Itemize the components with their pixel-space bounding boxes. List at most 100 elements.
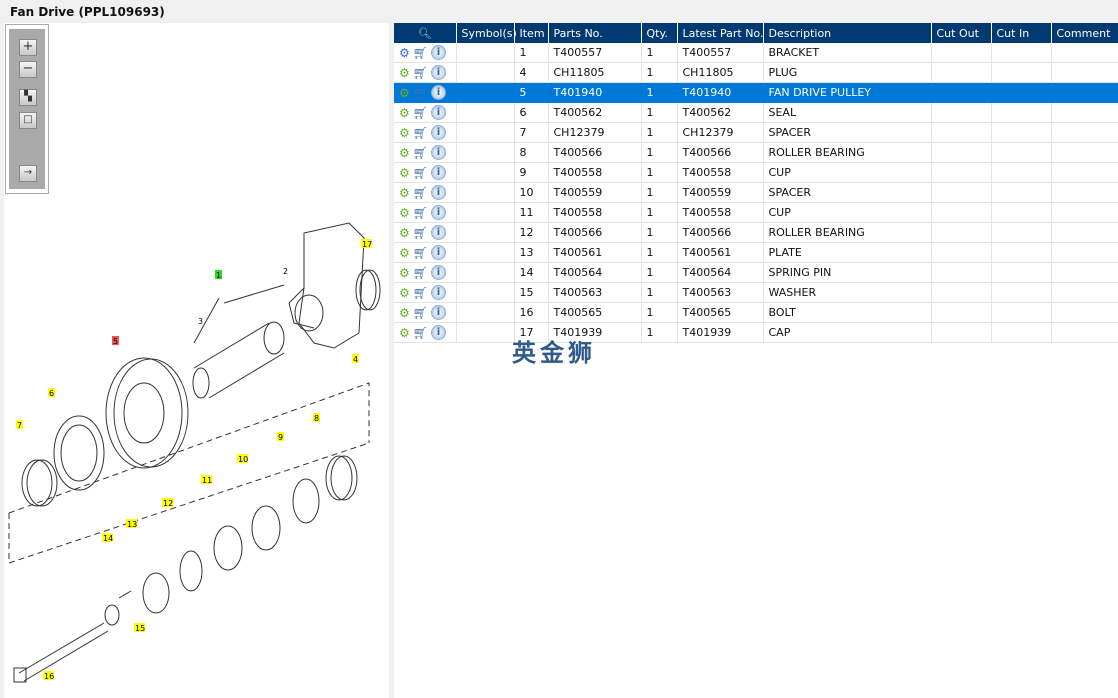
- table-row[interactable]: ⚙ 🛒︎ i 14 T400564 1 T400564 SPRING PIN: [394, 262, 1118, 283]
- cart-icon[interactable]: 🛒︎: [413, 66, 428, 80]
- exploded-diagram[interactable]: 1 234567891011121314151617: [4, 23, 389, 698]
- table-row[interactable]: ⚙ 🛒︎ i 8 T400566 1 T400566 ROLLER BEARING: [394, 142, 1118, 163]
- info-icon[interactable]: i: [431, 65, 446, 80]
- cart-icon[interactable]: 🛒︎: [413, 306, 428, 320]
- gear-icon[interactable]: ⚙: [399, 306, 410, 320]
- export-button[interactable]: →: [19, 165, 37, 182]
- comment-cell: [1051, 262, 1118, 283]
- diagram-panel[interactable]: 1 2 3 4 5 6 7 8 9 10 11 12 13 14 15 16 17 + − ▚ □ →: [4, 23, 389, 698]
- cart-icon[interactable]: 🛒︎: [413, 206, 428, 220]
- cart-icon[interactable]: 🛒︎: [413, 106, 428, 120]
- info-icon[interactable]: i: [431, 45, 446, 60]
- table-row[interactable]: ⚙ 🛒︎ i 13 T400561 1 T400561 PLATE: [394, 242, 1118, 263]
- gear-icon[interactable]: ⚙: [399, 106, 410, 120]
- callout-9[interactable]: 9: [278, 433, 283, 442]
- callout-8[interactable]: 8: [314, 414, 319, 423]
- search-icon[interactable]: 🔍︎: [418, 27, 432, 40]
- gear-icon[interactable]: ⚙: [399, 186, 410, 200]
- assembly-gears-icon[interactable]: ⚙: [399, 46, 410, 60]
- gear-icon[interactable]: ⚙: [399, 266, 410, 280]
- table-row[interactable]: ⚙ 🛒︎ i 7 CH12379 1 CH12379 SPACER: [394, 122, 1118, 143]
- symbols-cell: [456, 282, 515, 303]
- column-header-qty[interactable]: Qty.: [641, 23, 678, 43]
- column-header-cut-in[interactable]: Cut In: [991, 23, 1052, 43]
- table-row[interactable]: ⚙ 🛒︎ i 10 T400559 1 T400559 SPACER: [394, 182, 1118, 203]
- column-header-description[interactable]: Description: [763, 23, 932, 43]
- search-column-header[interactable]: 🔍︎: [394, 23, 457, 43]
- gear-icon[interactable]: ⚙: [399, 166, 410, 180]
- info-icon[interactable]: i: [431, 245, 446, 260]
- info-icon[interactable]: i: [431, 305, 446, 320]
- callout-12[interactable]: 12: [163, 499, 173, 508]
- callout-2[interactable]: 2: [283, 267, 288, 276]
- column-header-cut-out[interactable]: Cut Out: [931, 23, 992, 43]
- column-header-item[interactable]: Item: [514, 23, 549, 43]
- table-row[interactable]: ⚙ 🛒︎ i 6 T400562 1 T400562 SEAL: [394, 102, 1118, 123]
- gear-icon[interactable]: ⚙: [399, 126, 410, 140]
- table-row[interactable]: ⚙ 🛒︎ i 11 T400558 1 T400558 CUP: [394, 202, 1118, 223]
- cart-icon[interactable]: 🛒︎: [413, 146, 428, 160]
- callout-4[interactable]: 4: [353, 355, 358, 364]
- cart-icon[interactable]: 🛒︎: [413, 266, 428, 280]
- cart-icon[interactable]: 🛒︎: [413, 46, 428, 60]
- table-row[interactable]: ⚙ 🛒︎ i 5 T401940 1 T401940 FAN DRIVE PULLEY: [394, 82, 1118, 103]
- info-icon[interactable]: i: [431, 165, 446, 180]
- info-icon[interactable]: i: [431, 265, 446, 280]
- table-row[interactable]: ⚙ 🛒︎ i 17 T401939 1 T401939 CAP: [394, 322, 1118, 343]
- gear-icon[interactable]: ⚙: [399, 246, 410, 260]
- gear-icon[interactable]: ⚙: [399, 206, 410, 220]
- zoom-out-button[interactable]: −: [19, 61, 37, 78]
- cut-in-cell: [991, 282, 1052, 303]
- column-header-latest-part-no[interactable]: Latest Part No.: [677, 23, 764, 43]
- gear-icon[interactable]: ⚙: [399, 86, 410, 100]
- info-icon[interactable]: i: [431, 205, 446, 220]
- zoom-in-button[interactable]: +: [19, 39, 37, 56]
- info-icon[interactable]: i: [431, 285, 446, 300]
- table-row[interactable]: ⚙ 🛒︎ i 4 CH11805 1 CH11805 PLUG: [394, 62, 1118, 83]
- info-icon[interactable]: i: [431, 125, 446, 140]
- cart-icon[interactable]: 🛒︎: [413, 186, 428, 200]
- cart-icon[interactable]: 🛒︎: [413, 86, 428, 100]
- callout-6[interactable]: 6: [49, 389, 54, 398]
- info-icon[interactable]: i: [431, 105, 446, 120]
- actual-size-button[interactable]: □: [19, 112, 37, 129]
- info-icon[interactable]: i: [431, 145, 446, 160]
- table-row[interactable]: ⚙ 🛒︎ i 16 T400565 1 T400565 BOLT: [394, 302, 1118, 323]
- table-row[interactable]: ⚙ 🛒︎ i 15 T400563 1 T400563 WASHER: [394, 282, 1118, 303]
- info-icon[interactable]: i: [431, 185, 446, 200]
- cart-icon[interactable]: 🛒︎: [413, 326, 428, 340]
- cart-icon[interactable]: 🛒︎: [413, 286, 428, 300]
- cart-icon[interactable]: 🛒︎: [413, 126, 428, 140]
- callout-1[interactable]: 1: [216, 271, 221, 280]
- gear-icon[interactable]: ⚙: [399, 146, 410, 160]
- gear-icon[interactable]: ⚙: [399, 226, 410, 240]
- cart-icon[interactable]: 🛒︎: [413, 246, 428, 260]
- fit-window-button[interactable]: ▚: [19, 89, 37, 106]
- latest-part-no-cell: CH11805: [677, 62, 764, 83]
- callout-11[interactable]: 11: [202, 476, 212, 485]
- callout-14[interactable]: 14: [103, 534, 113, 543]
- gear-icon[interactable]: ⚙: [399, 66, 410, 80]
- callout-17[interactable]: 17: [362, 240, 372, 249]
- callout-15[interactable]: 15: [135, 624, 145, 633]
- callout-10[interactable]: 10: [238, 455, 248, 464]
- info-icon[interactable]: i: [431, 325, 446, 340]
- callout-5[interactable]: 5: [113, 337, 118, 346]
- info-icon[interactable]: i: [431, 225, 446, 240]
- table-row[interactable]: ⚙ 🛒︎ i 12 T400566 1 T400566 ROLLER BEARING: [394, 222, 1118, 243]
- column-header-comment[interactable]: Comment: [1051, 23, 1118, 43]
- callout-3[interactable]: 3: [198, 317, 203, 326]
- description-cell: CAP: [763, 322, 932, 343]
- table-row[interactable]: ⚙ 🛒︎ i 9 T400558 1 T400558 CUP: [394, 162, 1118, 183]
- callout-13[interactable]: 13: [127, 520, 137, 529]
- gear-icon[interactable]: ⚙: [399, 286, 410, 300]
- table-row[interactable]: ⚙ 🛒︎ i 1 T400557 1 T400557 BRACKET: [394, 43, 1118, 63]
- callout-16[interactable]: 16: [44, 672, 54, 681]
- column-header-parts-no[interactable]: Parts No.: [548, 23, 642, 43]
- cart-icon[interactable]: 🛒︎: [413, 166, 428, 180]
- cart-icon[interactable]: 🛒︎: [413, 226, 428, 240]
- info-icon[interactable]: i: [431, 85, 446, 100]
- column-header-symbols[interactable]: Symbol(s): [456, 23, 517, 43]
- gear-icon[interactable]: ⚙: [399, 326, 410, 340]
- callout-7[interactable]: 7: [17, 421, 22, 430]
